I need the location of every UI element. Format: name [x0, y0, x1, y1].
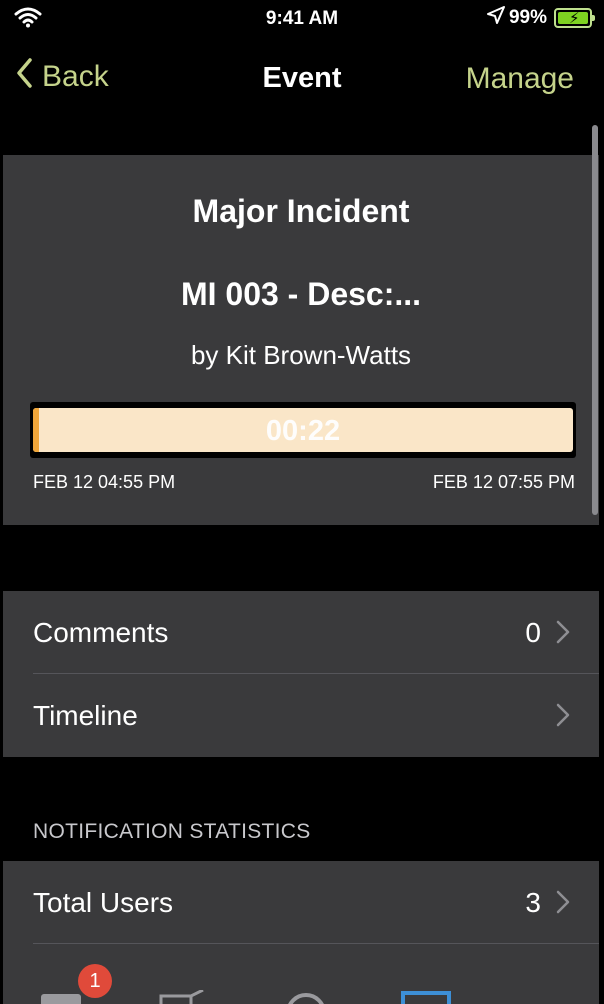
comments-count: 0	[525, 617, 541, 648]
event-title: MI 003 - Desc:...	[180, 276, 422, 312]
screen-tab-icon[interactable]	[401, 990, 451, 1004]
elapsed-time: 00:22	[265, 415, 341, 447]
timeline-label: Timeline	[33, 700, 138, 731]
start-time: FEB 12 04:55 PM	[33, 472, 176, 492]
status-bar: 9:41 AM 99% ⚡	[0, 0, 604, 40]
total-users-count: 3	[525, 887, 541, 918]
chevron-right-icon	[551, 619, 575, 645]
battery-percent: 99%	[508, 7, 547, 28]
scroll-indicator[interactable]	[592, 125, 598, 515]
total-users-row[interactable]: Total Users 3	[3, 861, 599, 944]
chevron-right-icon	[551, 889, 575, 915]
progress-track: 00:22	[33, 408, 573, 452]
event-summary-card: Major Incident MI 003 - Desc:... by Kit …	[3, 155, 599, 525]
total-users-label: Total Users	[33, 887, 174, 918]
event-author: by Kit Brown-Watts	[190, 340, 412, 370]
messages-tab-icon[interactable]	[39, 990, 83, 1004]
compose-tab-icon[interactable]	[159, 988, 209, 1004]
notification-statistics-header: NOTIFICATION STATISTICS	[33, 820, 311, 843]
search-tab-icon[interactable]	[283, 990, 329, 1004]
battery-charging-icon: ⚡	[554, 8, 595, 28]
event-details-group: Comments 0 Timeline	[3, 591, 599, 757]
location-arrow-icon	[486, 6, 505, 30]
chevron-right-icon	[551, 702, 575, 728]
row-divider	[33, 943, 599, 944]
end-time: FEB 12 07:55 PM	[432, 472, 575, 492]
notification-badge: 1	[78, 964, 112, 998]
event-screen: 9:41 AM 99% ⚡ Back Event Manage Major In…	[0, 0, 604, 1004]
status-right: 99% ⚡	[486, 6, 595, 30]
event-time-progress: 00:22	[30, 402, 576, 458]
timeline-row[interactable]: Timeline	[3, 674, 599, 757]
navigation-bar: Back Event Manage	[0, 40, 604, 120]
event-category: Major Incident	[192, 193, 410, 229]
comments-row[interactable]: Comments 0	[3, 591, 599, 674]
manage-button[interactable]: Manage	[466, 62, 574, 96]
comments-label: Comments	[33, 617, 169, 648]
tab-bar: 1	[3, 964, 599, 1004]
